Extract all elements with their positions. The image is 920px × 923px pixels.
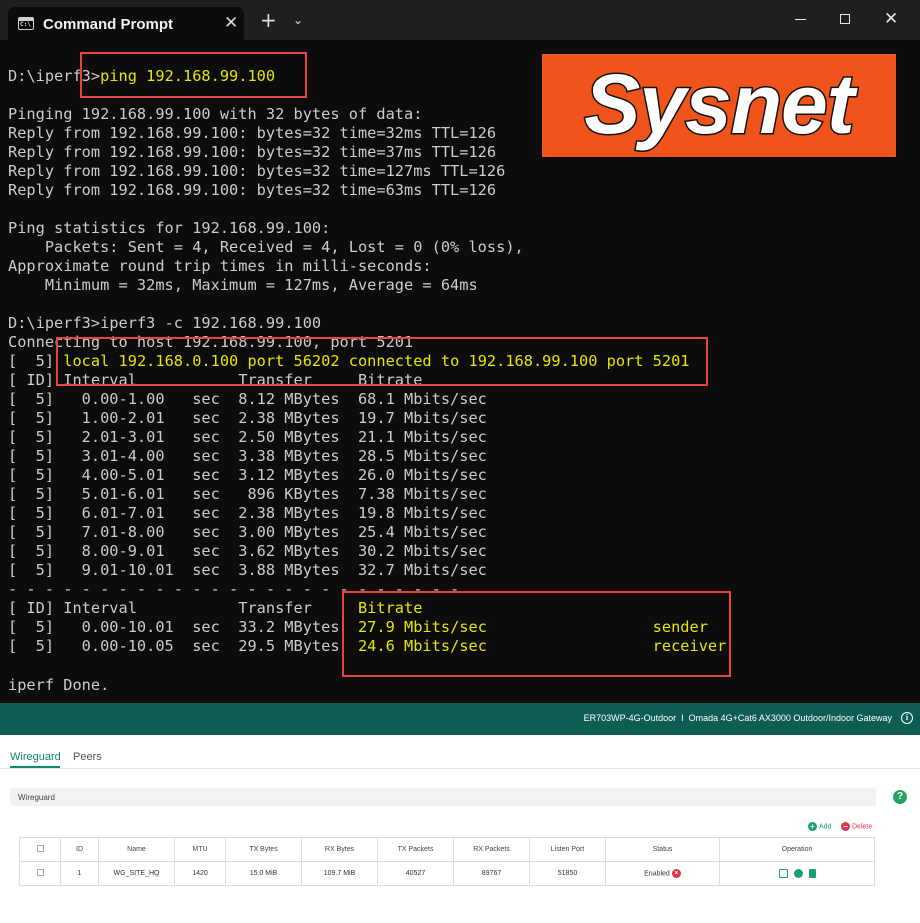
cell-rx-packets: 89767 [453,861,530,886]
delete-button[interactable]: − Delete [841,822,872,831]
iperf-command: iperf3 -c 192.168.99.100 [100,314,322,332]
sysnet-logo: Sysnet [542,54,896,157]
logo-text: Sysnet [583,56,856,153]
output-line: iperf Done. [8,676,110,694]
status-text: Enabled [644,870,670,878]
cell-name: WG_SITE_HQ [98,861,175,886]
interval-line: [ 5] 9.01-10.01 sec 3.88 MBytes 32.7 Mbi… [8,561,487,579]
interval-line: [ 5] 2.01-3.01 sec 2.50 MBytes 21.1 Mbit… [8,428,487,446]
new-tab-icon[interactable]: + [260,10,277,30]
column-header: TX Packets [377,837,454,862]
interval-line: [ 5] 0.00-1.00 sec 8.12 MBytes 68.1 Mbit… [8,390,487,408]
select-all-cell [19,837,61,862]
column-header: Status [605,837,720,862]
cell-tx-packets: 40527 [377,861,454,886]
chevron-down-icon[interactable]: ⌄ [293,13,303,27]
output-line: Minimum = 32ms, Maximum = 127ms, Average… [8,276,478,294]
info-icon[interactable]: i [901,712,913,724]
cell-status: Enabled × [605,861,720,886]
column-header: TX Bytes [225,837,302,862]
cell-tx-bytes: 15.0 MiB [225,861,302,886]
add-label: Add [819,823,832,831]
interval-line: [ 5] 1.00-2.01 sec 2.38 MBytes 19.7 Mbit… [8,409,487,427]
column-header: RX Bytes [301,837,378,862]
interval-line: [ 5] 7.01-8.00 sec 3.00 MBytes 25.4 Mbit… [8,523,487,541]
sender-prefix: [ 5] 0.00-10.01 sec 33.2 MBytes [8,618,358,636]
select-all-checkbox[interactable] [36,845,44,852]
interval-line: [ 5] 6.01-7.01 sec 2.38 MBytes 19.8 Mbit… [8,504,487,522]
output-line: Reply from 192.168.99.100: bytes=32 time… [8,181,497,199]
highlight-box-bitrate [342,591,731,677]
output-line: Reply from 192.168.99.100: bytes=32 time… [8,143,497,161]
section-header-wireguard: Wireguard [10,788,876,806]
row-checkbox[interactable] [36,869,44,876]
cell-mtu: 1420 [174,861,226,886]
column-header: Operation [719,837,875,862]
output-line: Reply from 192.168.99.100: bytes=32 time… [8,162,506,180]
prompt: D:\iperf3> [8,314,101,332]
receiver-prefix: [ 5] 0.00-10.05 sec 29.5 MBytes [8,637,358,655]
summary-header-text: [ ID] Interval Transfer [8,599,358,617]
column-header: ID [60,837,99,862]
table-row: 1 WG_SITE_HQ 1420 15.0 MiB 109.7 MiB 405… [19,861,875,886]
output-line: Pinging 192.168.99.100 with 32 bytes of … [8,105,423,123]
tab-command-prompt[interactable]: C:\ Command Prompt ✕ [8,7,244,40]
interval-line: [ 5] 4.00-5.01 sec 3.12 MBytes 26.0 Mbit… [8,466,487,484]
wireguard-table: ID Name MTU TX Bytes RX Bytes TX Packets… [19,837,875,886]
cell-listen-port: 51850 [529,861,606,886]
section-title: Wireguard [18,793,55,802]
column-header: Listen Port [529,837,606,862]
output-line: Approximate round trip times in milli-se… [8,257,432,275]
line-prefix: [ 5] [8,352,64,370]
omada-gateway-page: ER703WP-4G-Outdoor I Omada 4G+Cat6 AX300… [0,703,920,923]
column-header: RX Packets [453,837,530,862]
interval-line: [ 5] 8.00-9.01 sec 3.62 MBytes 30.2 Mbit… [8,542,487,560]
title-bar: C:\ Command Prompt ✕ + ⌄ ✕ [0,0,920,40]
help-icon[interactable]: ? [893,790,907,804]
delete-label: Delete [852,823,873,831]
command-prompt-window: C:\ Command Prompt ✕ + ⌄ ✕ D:\iperf3>pin… [0,0,920,703]
output-line: Packets: Sent = 4, Received = 4, Lost = … [8,238,524,256]
minimize-icon[interactable] [795,19,806,20]
highlight-box-ping [80,52,307,98]
maximize-icon[interactable] [840,14,850,24]
tab-peers[interactable]: Peers [73,751,102,763]
column-header: Name [98,837,175,862]
add-button[interactable]: + Add [808,822,831,831]
add-icon: + [808,822,817,831]
cell-id: 1 [60,861,99,886]
close-window-icon[interactable]: ✕ [884,9,898,29]
disable-status-icon[interactable]: × [671,869,681,878]
row-select-cell [19,861,61,886]
tab-wireguard[interactable]: Wireguard [10,751,61,763]
iperf-command-line: D:\iperf3>iperf3 -c 192.168.99.100 [8,314,321,333]
device-title: ER703WP-4G-Outdoor I Omada 4G+Cat6 AX300… [583,713,892,723]
interval-line: [ 5] 5.01-6.01 sec 896 KBytes 7.38 Mbits… [8,485,487,503]
interval-line: [ 5] 3.01-4.00 sec 3.38 MBytes 28.5 Mbit… [8,447,487,465]
top-header-bar: ER703WP-4G-Outdoor I Omada 4G+Cat6 AX300… [0,703,920,735]
edit-icon[interactable] [778,869,788,878]
output-line: Ping statistics for 192.168.99.100: [8,219,331,237]
trash-icon[interactable] [808,869,816,878]
close-tab-icon[interactable]: ✕ [224,13,238,33]
output-line: Reply from 192.168.99.100: bytes=32 time… [8,124,497,142]
tabs-divider [0,768,920,769]
tab-title: Command Prompt [43,16,174,33]
column-header: MTU [174,837,226,862]
status-toggle-icon[interactable] [793,869,803,878]
delete-icon: − [841,822,850,831]
table-header-row: ID Name MTU TX Bytes RX Bytes TX Packets… [19,837,875,862]
cell-rx-bytes: 109.7 MiB [301,861,378,886]
terminal-icon: C:\ [18,17,34,30]
cell-operation [719,861,875,886]
highlight-box-local [56,337,708,386]
